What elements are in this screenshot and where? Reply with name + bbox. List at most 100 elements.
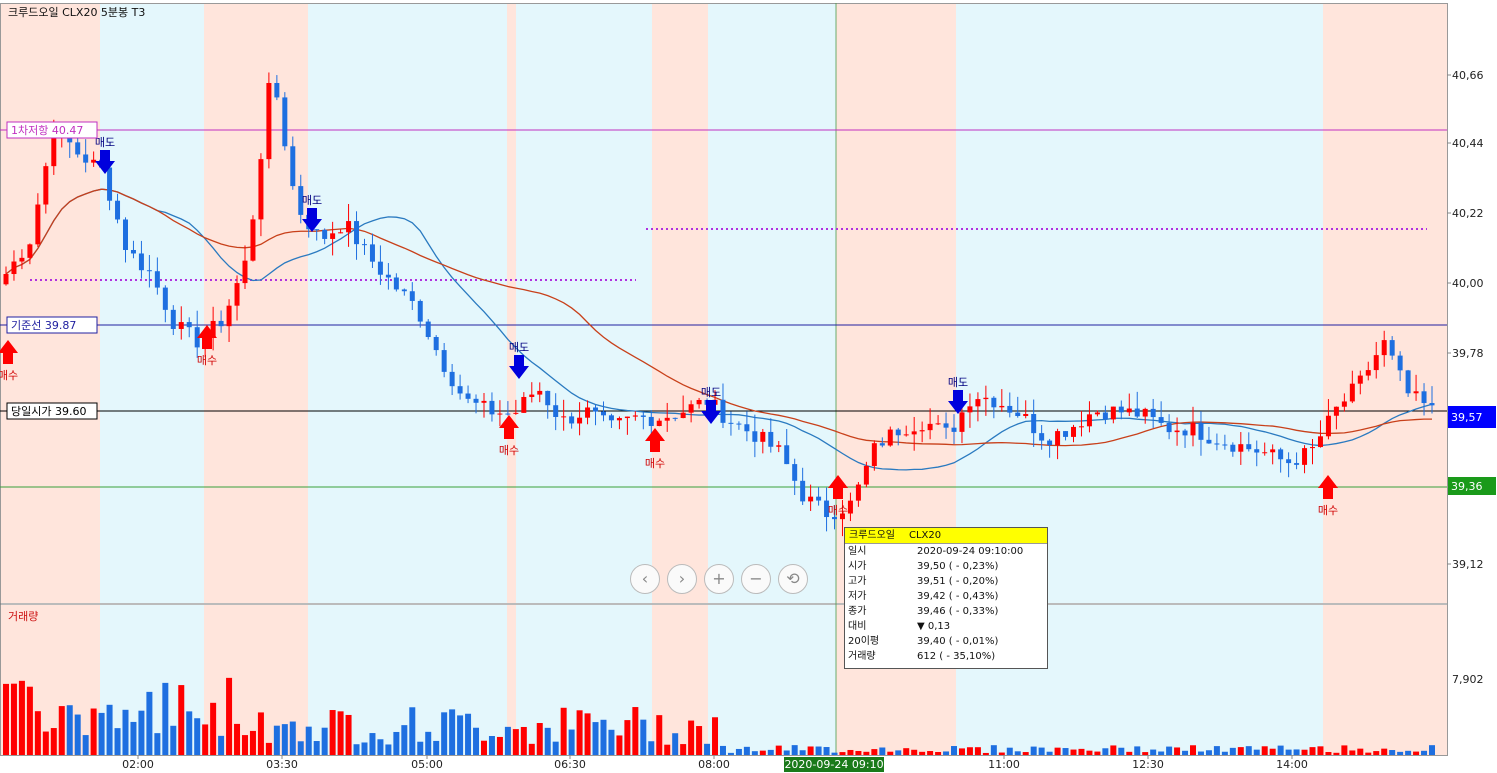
tooltip-code: CLX20 — [909, 530, 942, 541]
volume-bar — [1054, 747, 1061, 755]
sell-signal-label: 매도 — [302, 194, 322, 207]
candle — [314, 229, 320, 231]
candle — [1015, 412, 1021, 417]
volume-bar — [138, 710, 145, 755]
resistance-label: 1차저항 40.47 — [11, 124, 83, 137]
candle — [1071, 426, 1077, 437]
candle — [720, 399, 726, 423]
volume-bar — [226, 677, 233, 755]
band — [308, 3, 507, 603]
candle — [497, 413, 503, 415]
candle — [35, 204, 41, 245]
volume-bar — [743, 746, 750, 755]
candle — [146, 270, 152, 272]
volume-bar — [990, 745, 997, 755]
volume-bar — [664, 744, 671, 755]
volume-bar — [839, 752, 846, 755]
candle — [401, 289, 407, 292]
volume-bar — [1134, 746, 1141, 755]
candle — [1206, 439, 1212, 444]
volume-bar — [1293, 749, 1300, 755]
candle — [1031, 414, 1037, 434]
scroll-right-button[interactable]: › — [667, 564, 697, 594]
candle — [162, 287, 168, 310]
buy-signal-label: 매수 — [0, 369, 18, 382]
volume-bar — [265, 742, 272, 755]
volume-bar — [982, 752, 989, 755]
volume-bar — [98, 712, 105, 755]
candle — [784, 445, 790, 465]
volume-bar — [337, 711, 344, 755]
candle — [1429, 403, 1435, 406]
candle — [1007, 405, 1013, 413]
tooltip-value: 39,50 ( - 0,23%) — [917, 561, 999, 572]
candle — [505, 413, 511, 415]
volume-bar — [385, 744, 392, 755]
candle — [855, 484, 861, 501]
signal-bands — [0, 3, 1447, 755]
volume-bar — [74, 714, 81, 755]
price-chart[interactable]: 매수매수매수매수매수 매수매도매도매도매도매도 크루드오일 CLX20 5분봉 T… — [0, 0, 1497, 773]
candle — [521, 396, 527, 413]
time-tick-label: 06:30 — [554, 758, 586, 771]
candle — [624, 416, 630, 419]
candle — [43, 166, 49, 205]
tooltip-value: 2020-09-24 09:10:00 — [917, 546, 1024, 557]
candle — [752, 431, 758, 442]
candle — [800, 480, 806, 502]
volume-bar — [1317, 746, 1324, 755]
candle — [417, 300, 423, 322]
volume-bar — [1142, 752, 1149, 755]
volume-bar — [345, 714, 352, 755]
volume-bar — [369, 733, 376, 755]
volume-bar — [712, 717, 719, 755]
sell-signal-label: 매도 — [701, 386, 721, 399]
candle — [1134, 408, 1140, 417]
volume-bar — [1070, 749, 1077, 755]
volume-bar — [616, 735, 623, 755]
candle — [433, 337, 439, 351]
candle — [1150, 408, 1156, 418]
time-tick-label: 14:00 — [1276, 758, 1308, 771]
volume-bar — [1229, 747, 1236, 755]
tooltip-value: 39,42 ( - 0,43%) — [917, 591, 999, 602]
volume-bar — [241, 735, 248, 755]
volume-bar — [114, 728, 121, 755]
volume-bar — [935, 752, 942, 755]
candle — [1118, 406, 1124, 413]
zoom-in-button[interactable]: + — [704, 564, 734, 594]
reset-button[interactable]: ⟲ — [778, 564, 808, 594]
volume-bar — [640, 719, 647, 755]
volume-bar — [178, 685, 185, 755]
candle — [664, 417, 670, 421]
volume-bar — [696, 726, 703, 755]
scroll-left-button[interactable]: ‹ — [630, 564, 660, 594]
band — [516, 3, 652, 603]
candle — [577, 417, 583, 424]
candle — [744, 424, 750, 432]
volume-bar — [568, 729, 575, 755]
candle — [354, 221, 360, 245]
volume-bar — [520, 726, 527, 755]
zoom-out-button[interactable]: − — [741, 564, 771, 594]
candle — [1333, 406, 1339, 416]
candle — [1174, 430, 1180, 433]
candle — [457, 386, 463, 394]
volume-bar — [1373, 751, 1380, 755]
volume-bar — [688, 720, 695, 755]
volume-bar — [672, 733, 679, 755]
volume-bar — [927, 751, 934, 755]
tooltip-key: 고가 — [848, 576, 867, 587]
candle — [593, 407, 599, 412]
volume-bar — [536, 723, 543, 755]
volume-bar — [1301, 749, 1308, 755]
volume-bar — [1261, 746, 1268, 755]
candle — [608, 415, 614, 421]
candle — [513, 412, 519, 414]
volume-bar — [42, 731, 49, 755]
volume-bar — [1038, 747, 1045, 755]
tooltip-key: 종가 — [848, 606, 867, 617]
band — [1323, 605, 1447, 755]
band — [1323, 3, 1447, 603]
price-tick-label: 40,22 — [1452, 207, 1484, 220]
